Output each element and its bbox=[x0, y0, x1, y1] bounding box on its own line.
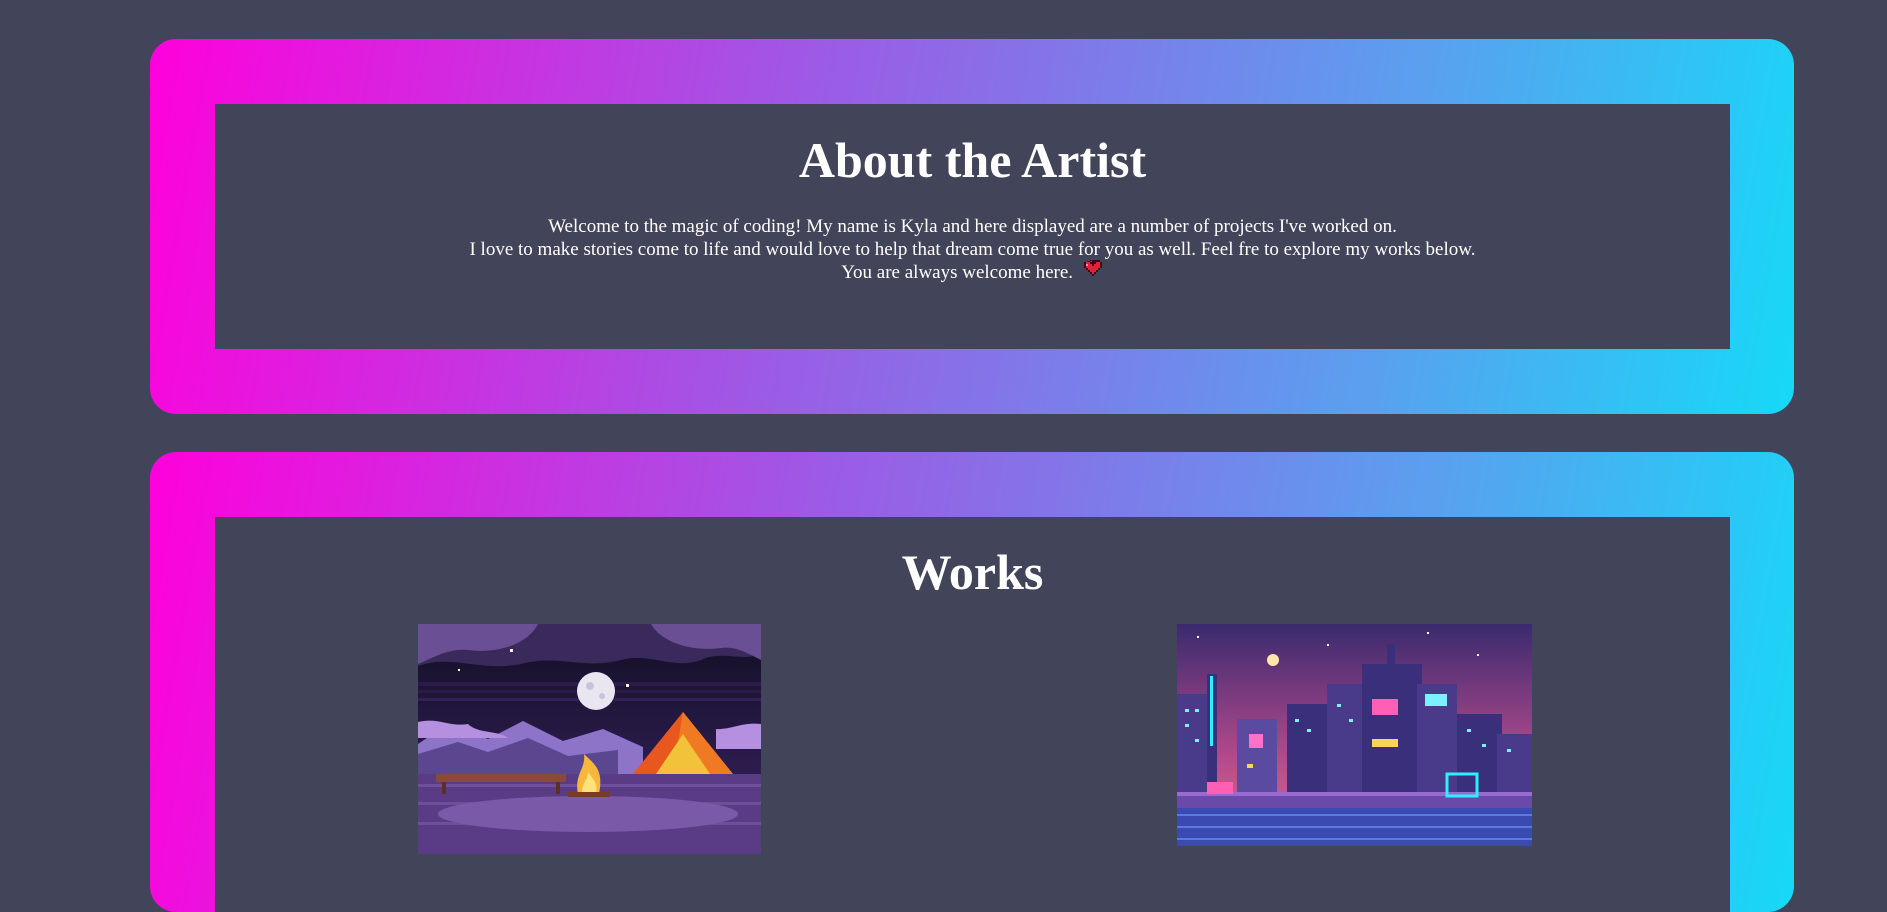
works-frame: Works bbox=[150, 452, 1794, 912]
about-frame: About the Artist Welcome to the magic of… bbox=[150, 39, 1794, 414]
bio-line-3: You are always welcome here. bbox=[215, 259, 1730, 286]
works-title: Works bbox=[901, 544, 1044, 600]
work-thumbnail-campfire[interactable] bbox=[418, 624, 761, 854]
about-panel: About the Artist Welcome to the magic of… bbox=[215, 104, 1730, 349]
bio-line-2: I love to make stories come to life and … bbox=[469, 239, 1476, 260]
about-title: About the Artist bbox=[798, 132, 1147, 188]
work-thumbnail-city[interactable] bbox=[1177, 624, 1532, 846]
bio-line-3-text: You are always welcome here. bbox=[841, 262, 1074, 283]
bio-line-1: Welcome to the magic of coding! My name … bbox=[548, 216, 1397, 237]
pixel-heart-icon bbox=[1082, 259, 1104, 284]
neon-city-thumbnail bbox=[1177, 624, 1532, 846]
campfire-tent-thumbnail bbox=[418, 624, 761, 854]
works-panel: Works bbox=[215, 517, 1730, 912]
about-bio: Welcome to the magic of coding! My name … bbox=[215, 215, 1730, 286]
